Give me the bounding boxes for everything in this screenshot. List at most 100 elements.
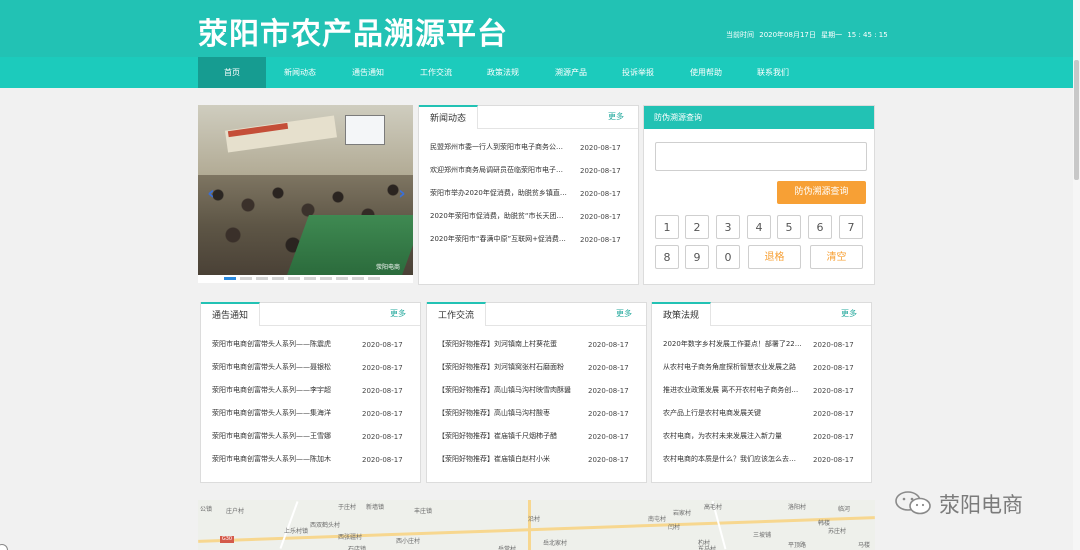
list-item-title[interactable]: 荥阳市电商创富带头人系列——聂银松 — [212, 356, 357, 379]
list-item-title[interactable]: 2020年荥阳市“春满中原”互联网+促消费… — [430, 228, 575, 251]
notices-panel-title[interactable]: 通告通知 — [201, 302, 261, 326]
nav-item-work[interactable]: 工作交流 — [402, 57, 470, 88]
notices-panel-header: 通告通知 更多 — [201, 302, 420, 326]
list-item[interactable]: 2020年荥阳市促消费，助脱贫“市长天团… 2020-08-17 — [430, 205, 627, 228]
list-item[interactable]: 欢迎郑州市商务局调研员莅临荥阳市电子… 2020-08-17 — [430, 159, 627, 182]
list-item-title[interactable]: 【荥阳好物推荐】高山镇马沟村酸枣 — [438, 402, 583, 425]
banner-carousel[interactable]: ‹ › 荥阳电商 — [198, 105, 413, 283]
keypad-key-0[interactable]: 0 — [716, 245, 740, 269]
list-item[interactable]: 荥阳市电商创富带头人系列——陈加木 2020-08-17 — [212, 448, 409, 471]
list-item[interactable]: 荥阳市电商创富带头人系列——聂银松 2020-08-17 — [212, 356, 409, 379]
keypad-key-9[interactable]: 9 — [685, 245, 709, 269]
list-item-title[interactable]: 欢迎郑州市商务局调研员莅临荥阳市电子… — [430, 159, 575, 182]
prev-slide-icon[interactable]: ‹ — [204, 183, 218, 205]
nav-item-contact[interactable]: 联系我们 — [739, 57, 807, 88]
keypad-key-1[interactable]: 1 — [655, 215, 679, 239]
carousel-dot[interactable] — [240, 277, 252, 280]
news-panel-title[interactable]: 新闻动态 — [419, 105, 479, 129]
nav-item-news[interactable]: 新闻动态 — [266, 57, 334, 88]
keypad-key-8[interactable]: 8 — [655, 245, 679, 269]
nav-item-home[interactable]: 首页 — [198, 57, 266, 88]
list-item-title[interactable]: 【荥阳好物推荐】刘河镇南上村葵花蛋 — [438, 333, 583, 356]
floating-circle-icon[interactable] — [0, 544, 8, 550]
trace-code-input[interactable] — [655, 142, 867, 171]
list-item[interactable]: 【荥阳好物推荐】高山镇马沟村酸枣 2020-08-17 — [438, 402, 635, 425]
list-item-title[interactable]: 【荥阳好物推荐】崔庙镇千尺烟柿子醋 — [438, 425, 583, 448]
list-item-title[interactable]: 荥阳市电商创富带头人系列——集海洋 — [212, 402, 357, 425]
trace-query-button[interactable]: 防伪溯源查询 — [777, 181, 866, 204]
list-item[interactable]: 荥阳市电商创富带头人系列——陈震虎 2020-08-17 — [212, 333, 409, 356]
keypad-backspace-button[interactable]: 退格 — [748, 245, 801, 269]
carousel-dot[interactable] — [352, 277, 364, 280]
list-item-title[interactable]: 荥阳市电商创富带头人系列——王雪娜 — [212, 425, 357, 448]
carousel-dot[interactable] — [304, 277, 316, 280]
work-more-link[interactable]: 更多 — [616, 308, 632, 319]
carousel-dot[interactable] — [272, 277, 284, 280]
list-item-title[interactable]: 从农村电子商务角度探析智慧农业发展之路 — [663, 356, 808, 379]
list-item-title[interactable]: 2020年数字乡村发展工作要点！部署了22… — [663, 333, 808, 356]
carousel-dot[interactable] — [256, 277, 268, 280]
list-item-date: 2020-08-17 — [362, 456, 403, 464]
banner-photo[interactable]: ‹ › 荥阳电商 — [198, 105, 413, 275]
policy-panel-title[interactable]: 政策法规 — [652, 302, 712, 326]
list-item[interactable]: 推进农业政策发展 离不开农村电子商务创… 2020-08-17 — [663, 379, 860, 402]
keypad-key-7[interactable]: 7 — [839, 215, 863, 239]
list-item[interactable]: 【荥阳好物推荐】刘河镇南上村葵花蛋 2020-08-17 — [438, 333, 635, 356]
policy-more-link[interactable]: 更多 — [841, 308, 857, 319]
keypad-key-4[interactable]: 4 — [747, 215, 771, 239]
list-item[interactable]: 2020年荥阳市“春满中原”互联网+促消费… 2020-08-17 — [430, 228, 627, 251]
list-item-title[interactable]: 民盟郑州市委一行人到荥阳市电子商务公… — [430, 136, 575, 159]
list-item-title[interactable]: 【荥阳好物推荐】刘河镇窝张村石磨面粉 — [438, 356, 583, 379]
list-item[interactable]: 2020年数字乡村发展工作要点！部署了22… 2020-08-17 — [663, 333, 860, 356]
list-item-title[interactable]: 农村电商的本质是什么？我们应该怎么去… — [663, 448, 808, 471]
keypad-clear-button[interactable]: 清空 — [810, 245, 863, 269]
list-item[interactable]: 【荥阳好物推荐】高山镇马沟村映雪肉酥醤 2020-08-17 — [438, 379, 635, 402]
keypad-key-3[interactable]: 3 — [716, 215, 740, 239]
work-panel-title[interactable]: 工作交流 — [427, 302, 487, 326]
list-item-title[interactable]: 2020年荥阳市促消费，助脱贫“市长天团… — [430, 205, 575, 228]
carousel-dot[interactable] — [368, 277, 380, 280]
list-item[interactable]: 【荥阳好物推荐】崔庙镇千尺烟柿子醋 2020-08-17 — [438, 425, 635, 448]
list-item[interactable]: 荥阳市举办2020年促消费，助脱贫乡镇直… 2020-08-17 — [430, 182, 627, 205]
nav-item-complaints[interactable]: 投诉举报 — [604, 57, 672, 88]
list-item-title[interactable]: 【荥阳好物推荐】高山镇马沟村映雪肉酥醤 — [438, 379, 583, 402]
keypad-key-2[interactable]: 2 — [685, 215, 709, 239]
nav-item-trace-products[interactable]: 溯源产品 — [537, 57, 605, 88]
carousel-dot[interactable] — [288, 277, 300, 280]
carousel-dot[interactable] — [320, 277, 332, 280]
list-item[interactable]: 农村电商的本质是什么？我们应该怎么去… 2020-08-17 — [663, 448, 860, 471]
list-item-title[interactable]: 荥阳市电商创富带头人系列——陈加木 — [212, 448, 357, 471]
list-item[interactable]: 荥阳市电商创富带头人系列——集海洋 2020-08-17 — [212, 402, 409, 425]
location-map[interactable]: G30 公镇 庄户村 上乐村镇 西双鹤头村 于庄村 新墙镇 丰庄镇 西张疆村 西小庄村 石店镇 沿村… — [198, 500, 875, 550]
list-item-title[interactable]: 农村电商，为农村未来发展注入新力量 — [663, 425, 808, 448]
nav-item-notices[interactable]: 通告通知 — [334, 57, 402, 88]
next-slide-icon[interactable]: › — [395, 183, 409, 205]
list-item-title[interactable]: 荥阳市电商创富带头人系列——陈震虎 — [212, 333, 357, 356]
list-item[interactable]: 农产品上行是农村电商发展关键 2020-08-17 — [663, 402, 860, 425]
list-item[interactable]: 民盟郑州市委一行人到荥阳市电子商务公… 2020-08-17 — [430, 136, 627, 159]
list-item-title[interactable]: 农产品上行是农村电商发展关键 — [663, 402, 808, 425]
keypad-key-6[interactable]: 6 — [808, 215, 832, 239]
list-item-title[interactable]: 荥阳市电商创富带头人系列——李宇超 — [212, 379, 357, 402]
carousel-dot[interactable] — [224, 277, 236, 280]
carousel-dot[interactable] — [336, 277, 348, 280]
list-item-date: 2020-08-17 — [362, 341, 403, 349]
nav-item-help[interactable]: 使用帮助 — [672, 57, 740, 88]
page-scrollbar-thumb[interactable] — [1074, 60, 1079, 180]
list-item-date: 2020-08-17 — [813, 341, 854, 349]
nav-item-policy[interactable]: 政策法规 — [469, 57, 537, 88]
list-item[interactable]: 【荥阳好物推荐】刘河镇窝张村石磨面粉 2020-08-17 — [438, 356, 635, 379]
list-item[interactable]: 【荥阳好物推荐】崔庙镇白赵村小米 2020-08-17 — [438, 448, 635, 471]
list-item[interactable]: 荥阳市电商创富带头人系列——李宇超 2020-08-17 — [212, 379, 409, 402]
list-item-title[interactable]: 荥阳市举办2020年促消费，助脱贫乡镇直… — [430, 182, 575, 205]
list-item[interactable]: 农村电商，为农村未来发展注入新力量 2020-08-17 — [663, 425, 860, 448]
news-more-link[interactable]: 更多 — [608, 111, 624, 122]
list-item-date: 2020-08-17 — [813, 456, 854, 464]
notices-more-link[interactable]: 更多 — [390, 308, 406, 319]
list-item[interactable]: 荥阳市电商创富带头人系列——王雪娜 2020-08-17 — [212, 425, 409, 448]
list-item-title[interactable]: 【荥阳好物推荐】崔庙镇白赵村小米 — [438, 448, 583, 471]
keypad-key-5[interactable]: 5 — [777, 215, 801, 239]
list-item[interactable]: 从农村电子商务角度探析智慧农业发展之路 2020-08-17 — [663, 356, 860, 379]
map-place-label: 岳北家村 — [543, 540, 568, 547]
list-item-title[interactable]: 推进农业政策发展 离不开农村电子商务创… — [663, 379, 808, 402]
